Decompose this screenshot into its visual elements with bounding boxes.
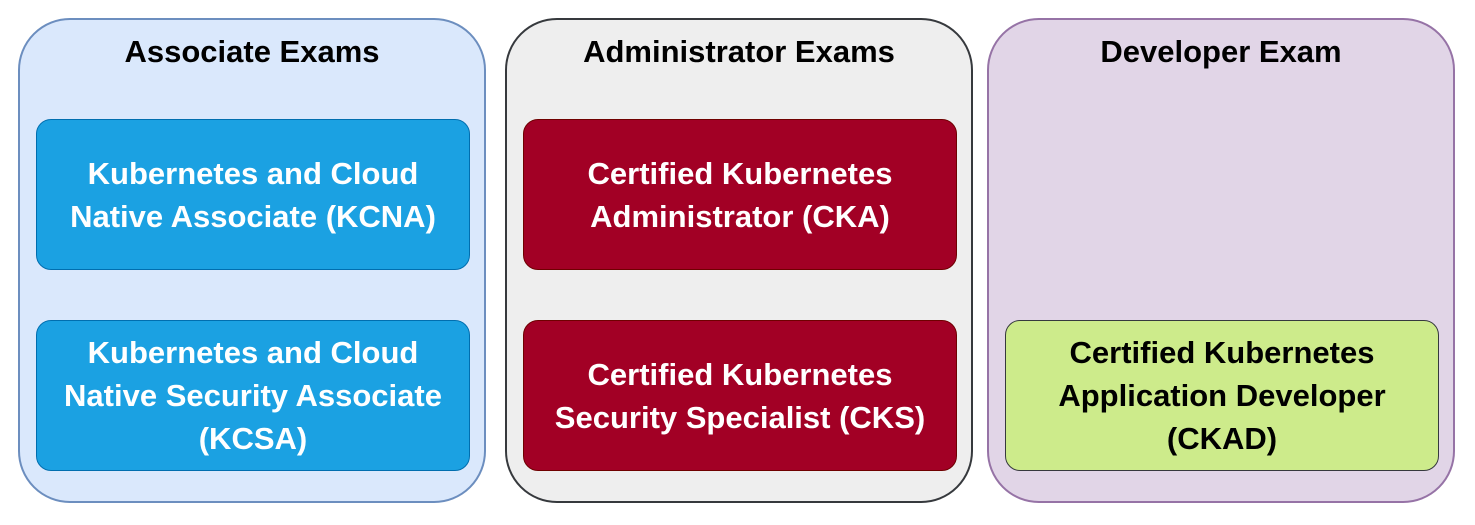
administrator-exams-title: Administrator Exams xyxy=(583,34,895,69)
cks-exam-box: Certified Kubernetes Security Specialist… xyxy=(523,320,957,471)
developer-exam-group: Developer Exam Certified Kubernetes Appl… xyxy=(987,18,1455,503)
cka-exam-box: Certified Kubernetes Administrator (CKA) xyxy=(523,119,957,270)
kcna-exam-box: Kubernetes and Cloud Native Associate (K… xyxy=(36,119,470,270)
ckad-exam-box: Certified Kubernetes Application Develop… xyxy=(1005,320,1439,471)
kcsa-exam-box: Kubernetes and Cloud Native Security Ass… xyxy=(36,320,470,471)
administrator-exams-group: Administrator Exams Certified Kubernetes… xyxy=(505,18,973,503)
associate-exams-group: Associate Exams Kubernetes and Cloud Nat… xyxy=(18,18,486,503)
developer-exam-title: Developer Exam xyxy=(1100,34,1342,69)
associate-exams-title: Associate Exams xyxy=(124,34,380,69)
